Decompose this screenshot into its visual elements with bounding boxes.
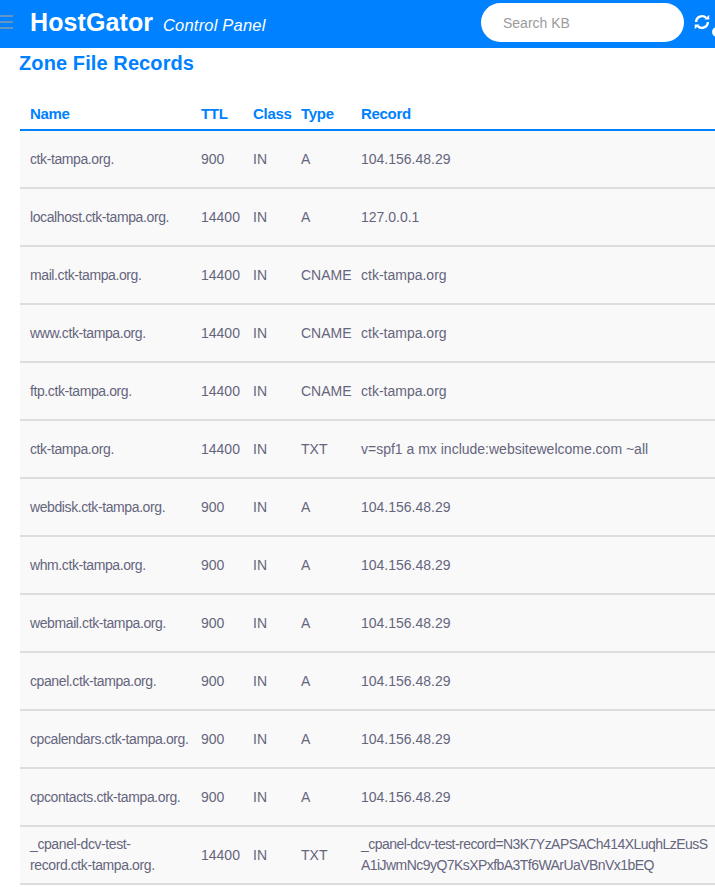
cell-type: CNAME [291, 304, 351, 362]
cell-type: CNAME [291, 246, 351, 304]
table-row: whm.ctk-tampa.org.900INA104.156.48.29 [20, 536, 715, 594]
cell-type: TXT [291, 826, 351, 884]
cell-class: IN [243, 710, 291, 768]
col-header-type: Type [291, 104, 351, 130]
cell-name: ctk-tampa.org. [20, 420, 191, 478]
cell-ttl: 14400 [191, 304, 243, 362]
cell-name: localhost.ctk-tampa.org. [20, 188, 191, 246]
table-row: ftp.ctk-tampa.org.14400INCNAMEctk-tampa.… [20, 362, 715, 420]
cell-record: 104.156.48.29 [351, 478, 715, 536]
cell-name: mail.ctk-tampa.org. [20, 246, 191, 304]
cell-type: A [291, 594, 351, 652]
table-row: webdisk.ctk-tampa.org.900INA104.156.48.2… [20, 478, 715, 536]
table-row: webmail.ctk-tampa.org.900INA104.156.48.2… [20, 594, 715, 652]
top-navbar: HostGator Control Panel [0, 0, 715, 48]
table-row: ctk-tampa.org.14400INTXTv=spf1 a mx incl… [20, 420, 715, 478]
cell-type: CNAME [291, 362, 351, 420]
cell-record: _cpanel-dcv-test-record=N3K7YzAPSACh414X… [351, 826, 715, 884]
table-row: cpanel.ctk-tampa.org.900INA104.156.48.29 [20, 652, 715, 710]
col-header-ttl: TTL [191, 104, 243, 130]
cell-ttl: 900 [191, 536, 243, 594]
brand-suffix: Control Panel [163, 14, 266, 36]
cell-ttl: 900 [191, 478, 243, 536]
cell-ttl: 14400 [191, 188, 243, 246]
cell-class: IN [243, 420, 291, 478]
cell-record: 104.156.48.29 [351, 710, 715, 768]
hamburger-menu-icon[interactable] [0, 15, 13, 33]
search-input[interactable] [481, 3, 684, 42]
table-row: mail.ctk-tampa.org.14400INCNAMEctk-tampa… [20, 246, 715, 304]
table-row: localhost.ctk-tampa.org.14400INA127.0.0.… [20, 188, 715, 246]
cell-ttl: 900 [191, 710, 243, 768]
cell-record: 104.156.48.29 [351, 652, 715, 710]
zone-records-table: Name TTL Class Type Record ctk-tampa.org… [20, 104, 715, 885]
cell-class: IN [243, 304, 291, 362]
table-row: ctk-tampa.org.900INA104.156.48.29 [20, 130, 715, 188]
brand-logo[interactable]: HostGator [30, 8, 153, 37]
cell-record: 104.156.48.29 [351, 536, 715, 594]
cell-record: 127.0.0.1 [351, 188, 715, 246]
cell-class: IN [243, 536, 291, 594]
cell-record: 104.156.48.29 [351, 768, 715, 826]
table-header-row: Name TTL Class Type Record [20, 104, 715, 130]
cell-record: ctk-tampa.org [351, 304, 715, 362]
cell-type: A [291, 478, 351, 536]
col-header-record: Record [351, 104, 715, 130]
cell-name: cpanel.ctk-tampa.org. [20, 652, 191, 710]
cell-record: 104.156.48.29 [351, 594, 715, 652]
cell-class: IN [243, 826, 291, 884]
table-row: _cpanel-dcv-test-record.ctk-tampa.org.14… [20, 826, 715, 884]
cell-record: 104.156.48.29 [351, 130, 715, 188]
cell-class: IN [243, 130, 291, 188]
page-title: Zone File Records [19, 51, 715, 75]
table-row: cpcalendars.ctk-tampa.org.900INA104.156.… [20, 710, 715, 768]
col-header-class: Class [243, 104, 291, 130]
cell-ttl: 14400 [191, 826, 243, 884]
table-row: www.ctk-tampa.org.14400INCNAMEctk-tampa.… [20, 304, 715, 362]
cell-name: ctk-tampa.org. [20, 130, 191, 188]
cell-ttl: 900 [191, 130, 243, 188]
cell-type: A [291, 652, 351, 710]
cell-name: webmail.ctk-tampa.org. [20, 594, 191, 652]
cell-record: ctk-tampa.org [351, 362, 715, 420]
cell-ttl: 900 [191, 768, 243, 826]
cell-record: ctk-tampa.org [351, 246, 715, 304]
cell-name: cpcalendars.ctk-tampa.org. [20, 710, 191, 768]
cell-class: IN [243, 768, 291, 826]
cell-record: v=spf1 a mx include:websitewelcome.com ~… [351, 420, 715, 478]
content-area: Zone File Records Name TTL Class Type Re… [0, 51, 715, 885]
table-row: cpcontacts.ctk-tampa.org.900INA104.156.4… [20, 768, 715, 826]
cell-class: IN [243, 188, 291, 246]
cell-class: IN [243, 594, 291, 652]
cell-ttl: 14400 [191, 362, 243, 420]
cell-type: A [291, 768, 351, 826]
col-header-name: Name [20, 104, 191, 130]
cell-ttl: 900 [191, 594, 243, 652]
cell-ttl: 14400 [191, 420, 243, 478]
refresh-icon[interactable] [693, 13, 711, 31]
cell-name: cpcontacts.ctk-tampa.org. [20, 768, 191, 826]
cell-name: ftp.ctk-tampa.org. [20, 362, 191, 420]
cell-type: A [291, 536, 351, 594]
cell-type: A [291, 130, 351, 188]
cell-name: _cpanel-dcv-test-record.ctk-tampa.org. [20, 826, 191, 884]
cell-name: whm.ctk-tampa.org. [20, 536, 191, 594]
cell-name: www.ctk-tampa.org. [20, 304, 191, 362]
zone-table-body: ctk-tampa.org.900INA104.156.48.29localho… [20, 130, 715, 884]
cell-type: TXT [291, 420, 351, 478]
cell-class: IN [243, 362, 291, 420]
cell-class: IN [243, 478, 291, 536]
cell-type: A [291, 710, 351, 768]
cell-class: IN [243, 246, 291, 304]
cell-ttl: 900 [191, 652, 243, 710]
cell-type: A [291, 188, 351, 246]
cell-ttl: 14400 [191, 246, 243, 304]
cell-name: webdisk.ctk-tampa.org. [20, 478, 191, 536]
cell-class: IN [243, 652, 291, 710]
